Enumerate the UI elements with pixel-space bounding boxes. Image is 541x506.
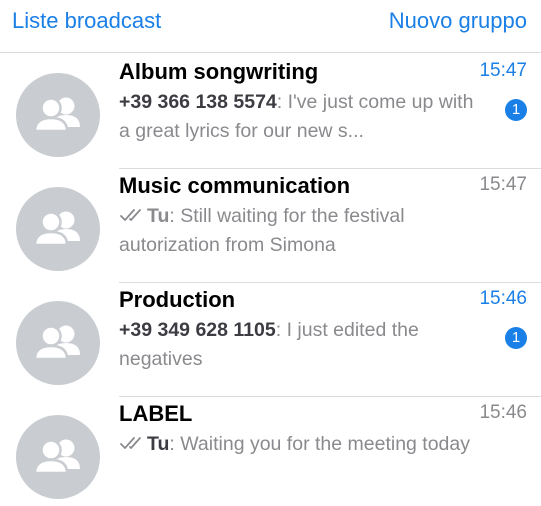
chat-row-label[interactable]: LABEL 15:46 Tu: Waiting you for the meet… — [0, 397, 541, 506]
sender-colon: : — [169, 433, 181, 455]
chat-name: Album songwriting — [119, 59, 319, 84]
avatar — [16, 415, 100, 499]
avatar — [16, 73, 100, 157]
chat-name: Production — [119, 287, 236, 312]
chat-name: LABEL — [119, 401, 193, 426]
message-sender: Tu — [147, 205, 170, 227]
chat-row-music-communication[interactable]: Music communication 15:47 Tu: Still wait… — [0, 169, 541, 283]
sender-colon: : — [275, 319, 287, 341]
sender-colon: : — [276, 91, 288, 113]
message-text: Waiting you for the meeting today — [180, 433, 471, 455]
avatar — [16, 187, 100, 271]
chat-name: Music communication — [119, 173, 351, 198]
message-sender: Tu — [147, 433, 170, 455]
unread-badge: 1 — [505, 99, 527, 121]
chat-time: 15:47 — [479, 60, 527, 81]
avatar — [16, 301, 100, 385]
double-check-icon — [120, 437, 141, 449]
group-icon — [33, 439, 80, 475]
new-group-link[interactable]: Nuovo gruppo — [389, 8, 527, 34]
chat-time: 15:46 — [479, 402, 527, 423]
sender-colon: : — [169, 205, 181, 227]
double-check-icon — [120, 209, 141, 221]
top-bar: Liste broadcast Nuovo gruppo — [0, 0, 541, 50]
message-sender: +39 349 628 1105 — [119, 319, 276, 341]
chat-time: 15:46 — [479, 288, 527, 309]
broadcast-lists-link[interactable]: Liste broadcast — [12, 8, 161, 34]
message-preview: +39 366 138 5574: I've just come up with… — [119, 88, 481, 146]
divider — [0, 52, 541, 53]
unread-badge: 1 — [505, 327, 527, 349]
chat-row-production[interactable]: Production 15:46 +39 349 628 1105: I jus… — [0, 283, 541, 397]
message-sender: +39 366 138 5574 — [119, 91, 277, 113]
message-preview: +39 349 628 1105: I just edited the nega… — [119, 316, 481, 374]
message-preview: Tu: Still waiting for the festival autor… — [119, 202, 481, 260]
group-icon — [33, 325, 80, 361]
message-preview: Tu: Waiting you for the meeting today — [119, 430, 481, 459]
chat-time: 15:47 — [479, 174, 527, 195]
group-icon — [33, 211, 80, 247]
group-icon — [33, 97, 80, 133]
chat-row-album-songwriting[interactable]: Album songwriting 15:47 +39 366 138 5574… — [0, 55, 541, 169]
